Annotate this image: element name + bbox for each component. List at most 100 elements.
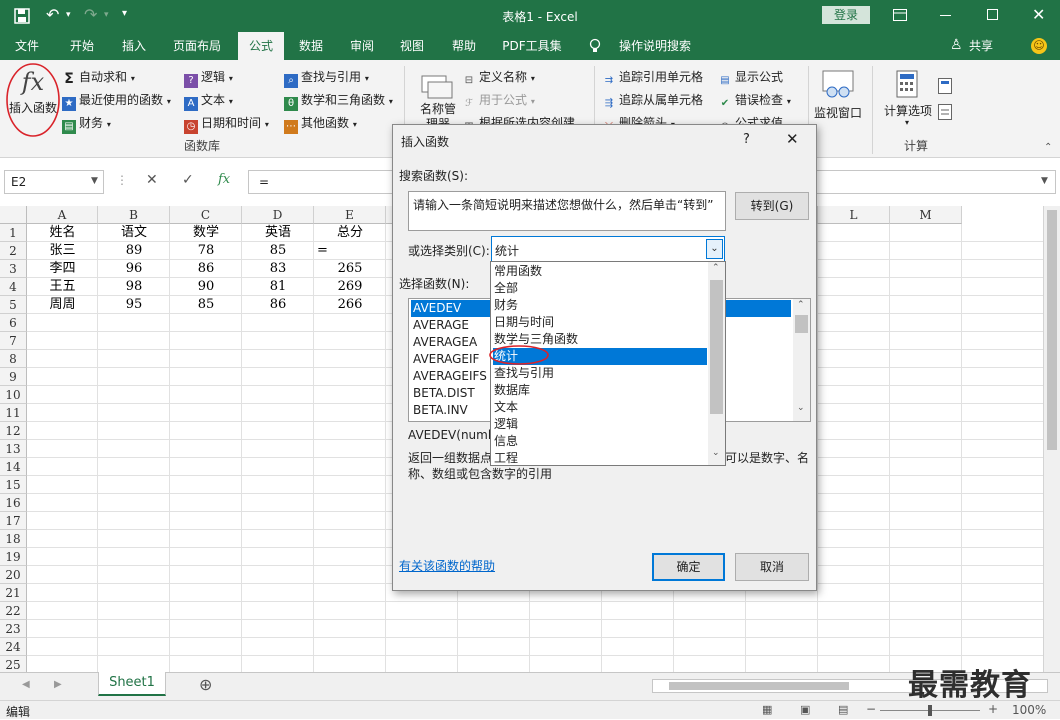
column-header-c[interactable]: C (170, 206, 242, 224)
go-button[interactable]: 转到(G) (735, 192, 809, 220)
datetime-button[interactable]: ◷ 日期和时间 ▾ (184, 113, 269, 134)
insert-function-fx-icon[interactable]: fx (218, 172, 230, 187)
row-header-9[interactable]: 9 (0, 368, 27, 386)
category-dropdown-list[interactable]: 常用函数 全部 财务 日期与时间 数学与三角函数 统计 查找与引用 数据库 文本 逻辑 信息 工程 ⌃… (489, 261, 726, 467)
zoom-level[interactable]: 100% (1012, 703, 1046, 717)
zoom-in-icon[interactable]: + (988, 702, 998, 716)
prev-sheet-icon[interactable]: ◀ (22, 679, 30, 690)
column-header-e[interactable]: E (314, 206, 386, 224)
undo-dropdown-icon[interactable]: ▾ (66, 10, 71, 20)
row-header-15[interactable]: 15 (0, 476, 27, 494)
cell-d2[interactable]: 85 (242, 242, 314, 260)
select-all-corner[interactable] (0, 206, 27, 224)
zoom-slider-thumb[interactable] (928, 705, 932, 716)
login-button[interactable]: 登录 (822, 6, 870, 24)
tab-insert[interactable]: 插入 (112, 32, 156, 60)
scroll-up-icon[interactable]: ⌃ (797, 300, 805, 310)
tab-formulas[interactable]: 公式 (238, 32, 284, 60)
define-name-button[interactable]: ⊟ 定义名称 ▾ (462, 67, 535, 87)
lookup-button[interactable]: ⌕ 查找与引用 ▾ (284, 67, 369, 88)
normal-view-icon[interactable]: ▦ (762, 703, 772, 716)
tab-view[interactable]: 视图 (390, 32, 434, 60)
category-option[interactable]: 工程 (493, 450, 707, 467)
category-option[interactable]: 数据库 (493, 382, 707, 399)
function-help-link[interactable]: 有关该函数的帮助 (399, 557, 495, 574)
cell-d4[interactable]: 81 (242, 278, 314, 296)
row-header-19[interactable]: 19 (0, 548, 27, 566)
cell-d1[interactable]: 英语 (242, 224, 314, 242)
function-scroll-thumb[interactable] (795, 315, 808, 333)
scroll-up-icon[interactable]: ⌃ (712, 263, 720, 273)
smiley-icon[interactable]: ☺ (1031, 38, 1047, 54)
row-header-17[interactable]: 17 (0, 512, 27, 530)
row-header-6[interactable]: 6 (0, 314, 27, 332)
confirm-entry-icon[interactable]: ✓ (182, 172, 194, 188)
undo-icon[interactable]: ↶ (46, 5, 59, 24)
row-header-20[interactable]: 20 (0, 566, 27, 584)
trace-dependents-button[interactable]: ⇶ 追踪从属单元格 (602, 90, 703, 110)
row-header-5[interactable]: 5 (0, 296, 27, 314)
category-option[interactable]: 查找与引用 (493, 365, 707, 382)
show-formulas-button[interactable]: ▤ 显示公式 (718, 67, 783, 87)
row-header-21[interactable]: 21 (0, 584, 27, 602)
calc-options-button[interactable]: 计算选项 (880, 102, 936, 119)
cell-b4[interactable]: 98 (98, 278, 170, 296)
tell-me-search[interactable]: 操作说明搜索 (610, 32, 700, 60)
cell-b2[interactable]: 89 (98, 242, 170, 260)
cell-c4[interactable]: 90 (170, 278, 242, 296)
tab-data[interactable]: 数据 (290, 32, 332, 60)
row-header-2[interactable]: 2 (0, 242, 27, 260)
category-select[interactable]: 统计 ⌄ (491, 236, 725, 262)
sheet-tab-sheet1[interactable]: Sheet1 (98, 672, 166, 696)
category-option[interactable]: 逻辑 (493, 416, 707, 433)
logical-button[interactable]: ? 逻辑 ▾ (184, 67, 233, 88)
page-layout-view-icon[interactable]: ▣ (800, 703, 810, 716)
share-icon[interactable]: ♙ (950, 37, 963, 53)
cancel-button[interactable]: 取消 (735, 553, 809, 581)
row-header-16[interactable]: 16 (0, 494, 27, 512)
name-box-dropdown-icon[interactable]: ▼ (91, 176, 98, 186)
cell-c2[interactable]: 78 (170, 242, 242, 260)
cell-a2[interactable]: 张三 (27, 242, 98, 260)
customize-qat-icon[interactable]: ▾ (122, 8, 127, 19)
error-check-button[interactable]: ✔ 错误检查 ▾ (718, 90, 791, 110)
trace-precedents-button[interactable]: ⇉ 追踪引用单元格 (602, 67, 703, 87)
recent-functions-button[interactable]: ★ 最近使用的函数 ▾ (62, 90, 171, 111)
redo-icon[interactable]: ↷ (84, 5, 97, 24)
cell-e4[interactable]: 269 (314, 278, 386, 296)
row-header-12[interactable]: 12 (0, 422, 27, 440)
column-header-l[interactable]: L (818, 206, 890, 224)
add-sheet-icon[interactable]: ⊕ (199, 675, 212, 694)
vertical-scroll-thumb[interactable] (1047, 210, 1057, 450)
cell-d3[interactable]: 83 (242, 260, 314, 278)
scroll-down-icon[interactable]: ⌄ (712, 448, 720, 458)
use-in-formula-button[interactable]: ℱ 用于公式 ▾ (462, 90, 535, 110)
row-header-4[interactable]: 4 (0, 278, 27, 296)
cell-e2[interactable]: = (314, 242, 386, 260)
cell-d5[interactable]: 86 (242, 296, 314, 314)
text-button[interactable]: A 文本 ▾ (184, 90, 233, 111)
category-list-scrollbar[interactable]: ⌃ ⌄ (708, 262, 725, 465)
category-dropdown-icon[interactable]: ⌄ (706, 239, 723, 259)
name-box[interactable]: E2 ▼ (4, 170, 104, 194)
row-header-14[interactable]: 14 (0, 458, 27, 476)
column-header-m[interactable]: M (890, 206, 962, 224)
cell-a3[interactable]: 李四 (27, 260, 98, 278)
column-header-d[interactable]: D (242, 206, 314, 224)
financial-button[interactable]: ▤ 财务 ▾ (62, 113, 111, 134)
cell-b1[interactable]: 语文 (98, 224, 170, 242)
dialog-close-button[interactable]: ✕ (786, 130, 799, 148)
collapse-ribbon-icon[interactable]: ⌃ (1044, 142, 1052, 153)
scroll-down-icon[interactable]: ⌄ (797, 403, 805, 413)
close-window-button[interactable]: ✕ (1032, 5, 1045, 24)
cell-e5[interactable]: 266 (314, 296, 386, 314)
category-option[interactable]: 常用函数 (493, 263, 707, 280)
vertical-scrollbar[interactable] (1043, 206, 1060, 672)
category-option[interactable]: 财务 (493, 297, 707, 314)
tab-help[interactable]: 帮助 (442, 32, 486, 60)
horizontal-scroll-thumb[interactable] (669, 682, 849, 690)
category-option[interactable]: 全部 (493, 280, 707, 297)
row-header-11[interactable]: 11 (0, 404, 27, 422)
cell-a5[interactable]: 周周 (27, 296, 98, 314)
row-header-3[interactable]: 3 (0, 260, 27, 278)
